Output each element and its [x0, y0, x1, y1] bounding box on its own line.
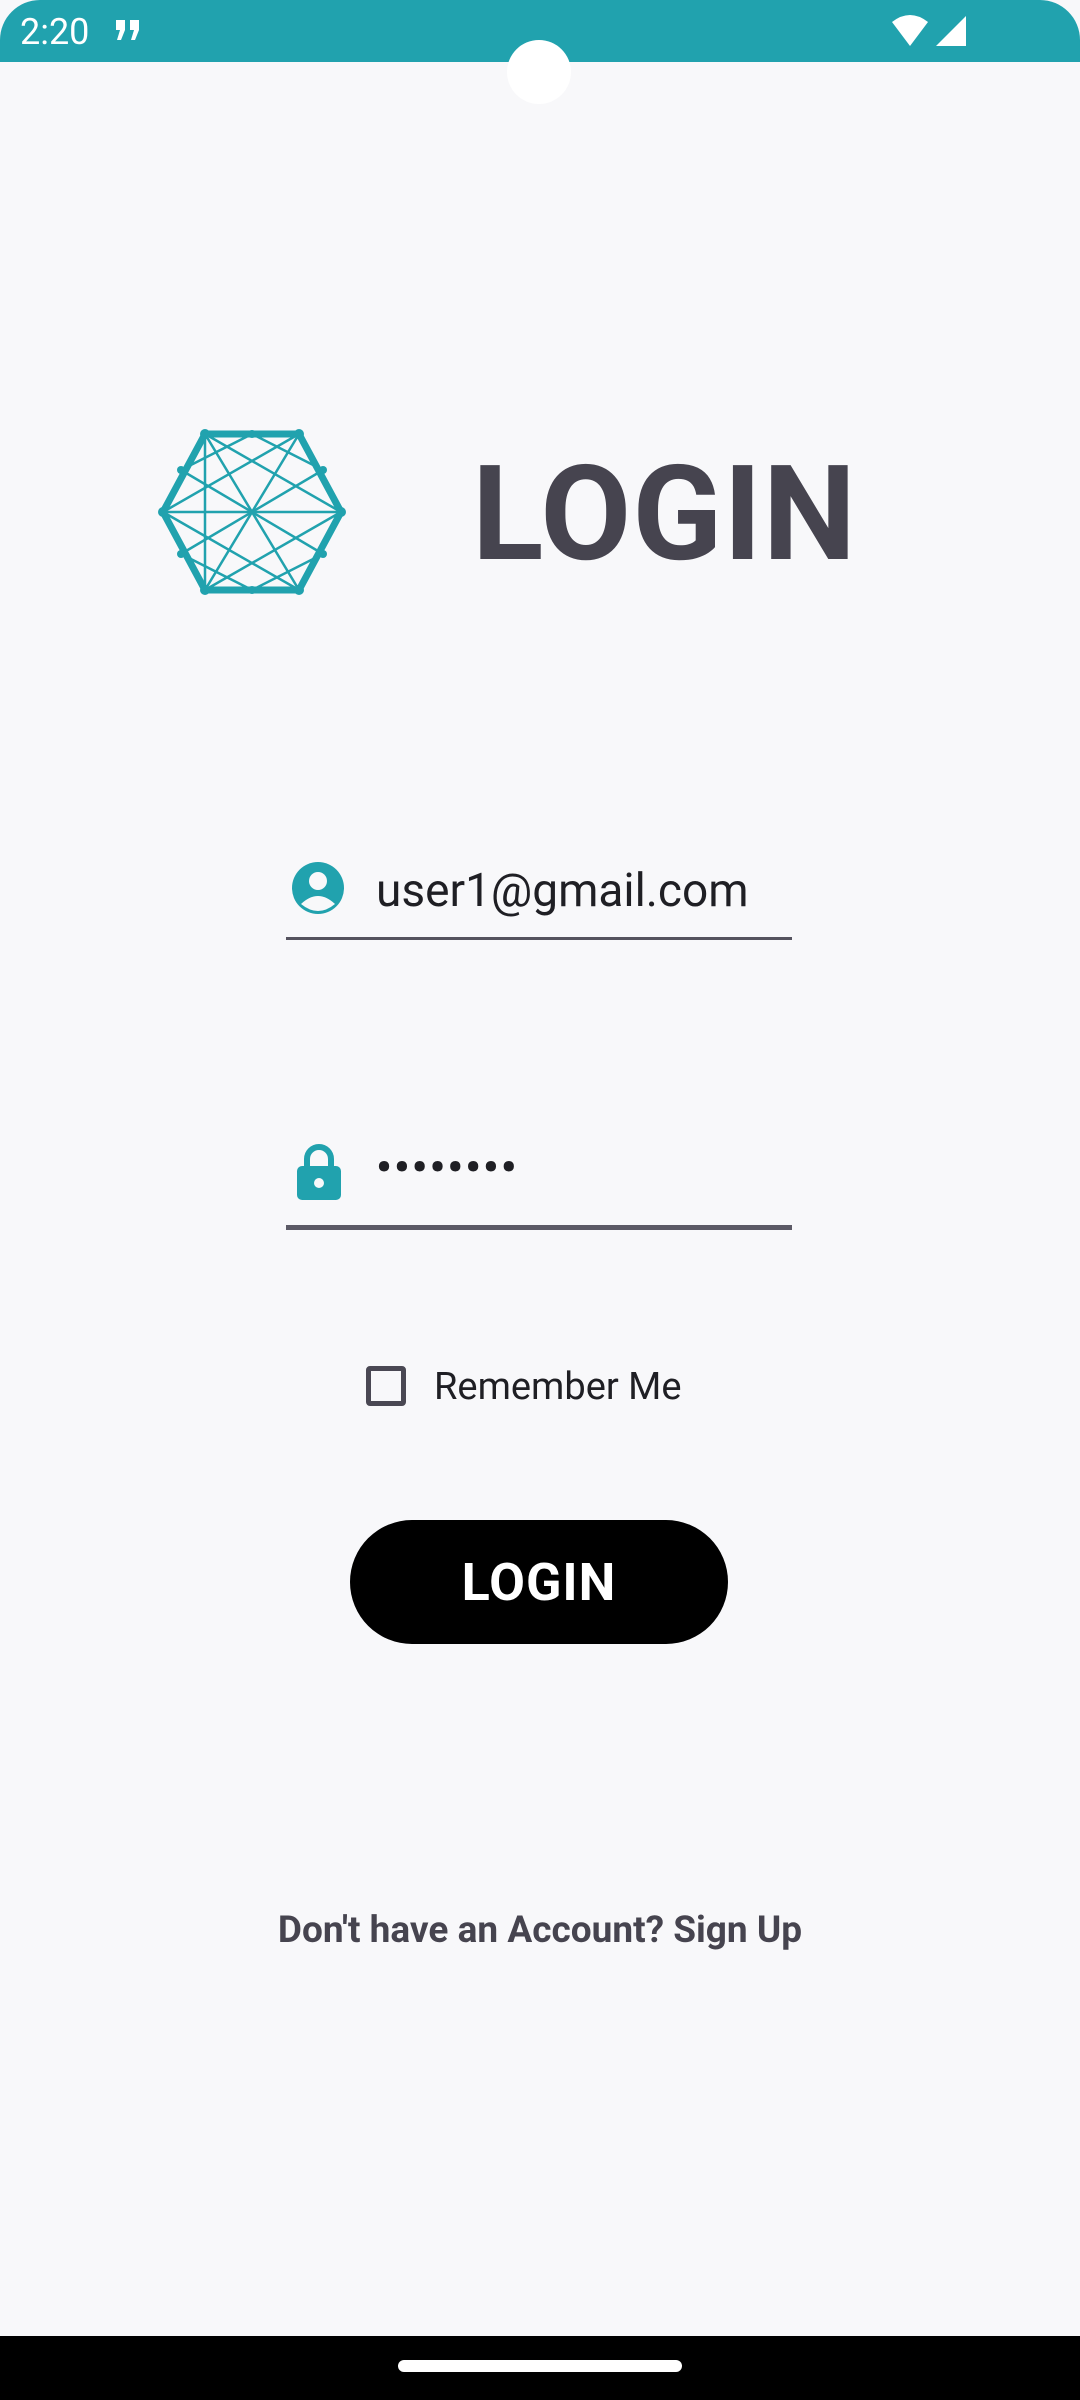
password-underline [286, 1225, 792, 1230]
email-field[interactable]: user1@gmail.com [286, 846, 792, 940]
page-title: LOGIN [472, 438, 857, 592]
camera-cutout [507, 40, 571, 104]
login-button[interactable]: LOGIN [350, 1520, 728, 1644]
quote-notification-icon [114, 18, 142, 44]
hexagon-network-logo-icon [158, 428, 346, 596]
remember-me-label[interactable]: Remember Me [434, 1364, 681, 1410]
status-time: 2:20 [20, 11, 90, 53]
account-circle-icon [290, 860, 346, 916]
email-input[interactable]: user1@gmail.com [376, 864, 749, 918]
signup-link[interactable]: Don't have an Account? Sign Up [0, 1908, 1080, 1954]
home-indicator[interactable] [398, 2360, 682, 2372]
remember-me-checkbox[interactable] [366, 1366, 406, 1406]
password-field[interactable]: •••••••• [286, 1130, 792, 1230]
remember-me-row[interactable]: Remember Me [366, 1364, 706, 1416]
password-input[interactable]: •••••••• [376, 1140, 519, 1194]
email-underline [286, 937, 792, 940]
signal-icon [934, 14, 968, 48]
lock-icon [294, 1142, 344, 1202]
wifi-icon [890, 14, 930, 48]
navigation-bar [0, 2336, 1080, 2400]
